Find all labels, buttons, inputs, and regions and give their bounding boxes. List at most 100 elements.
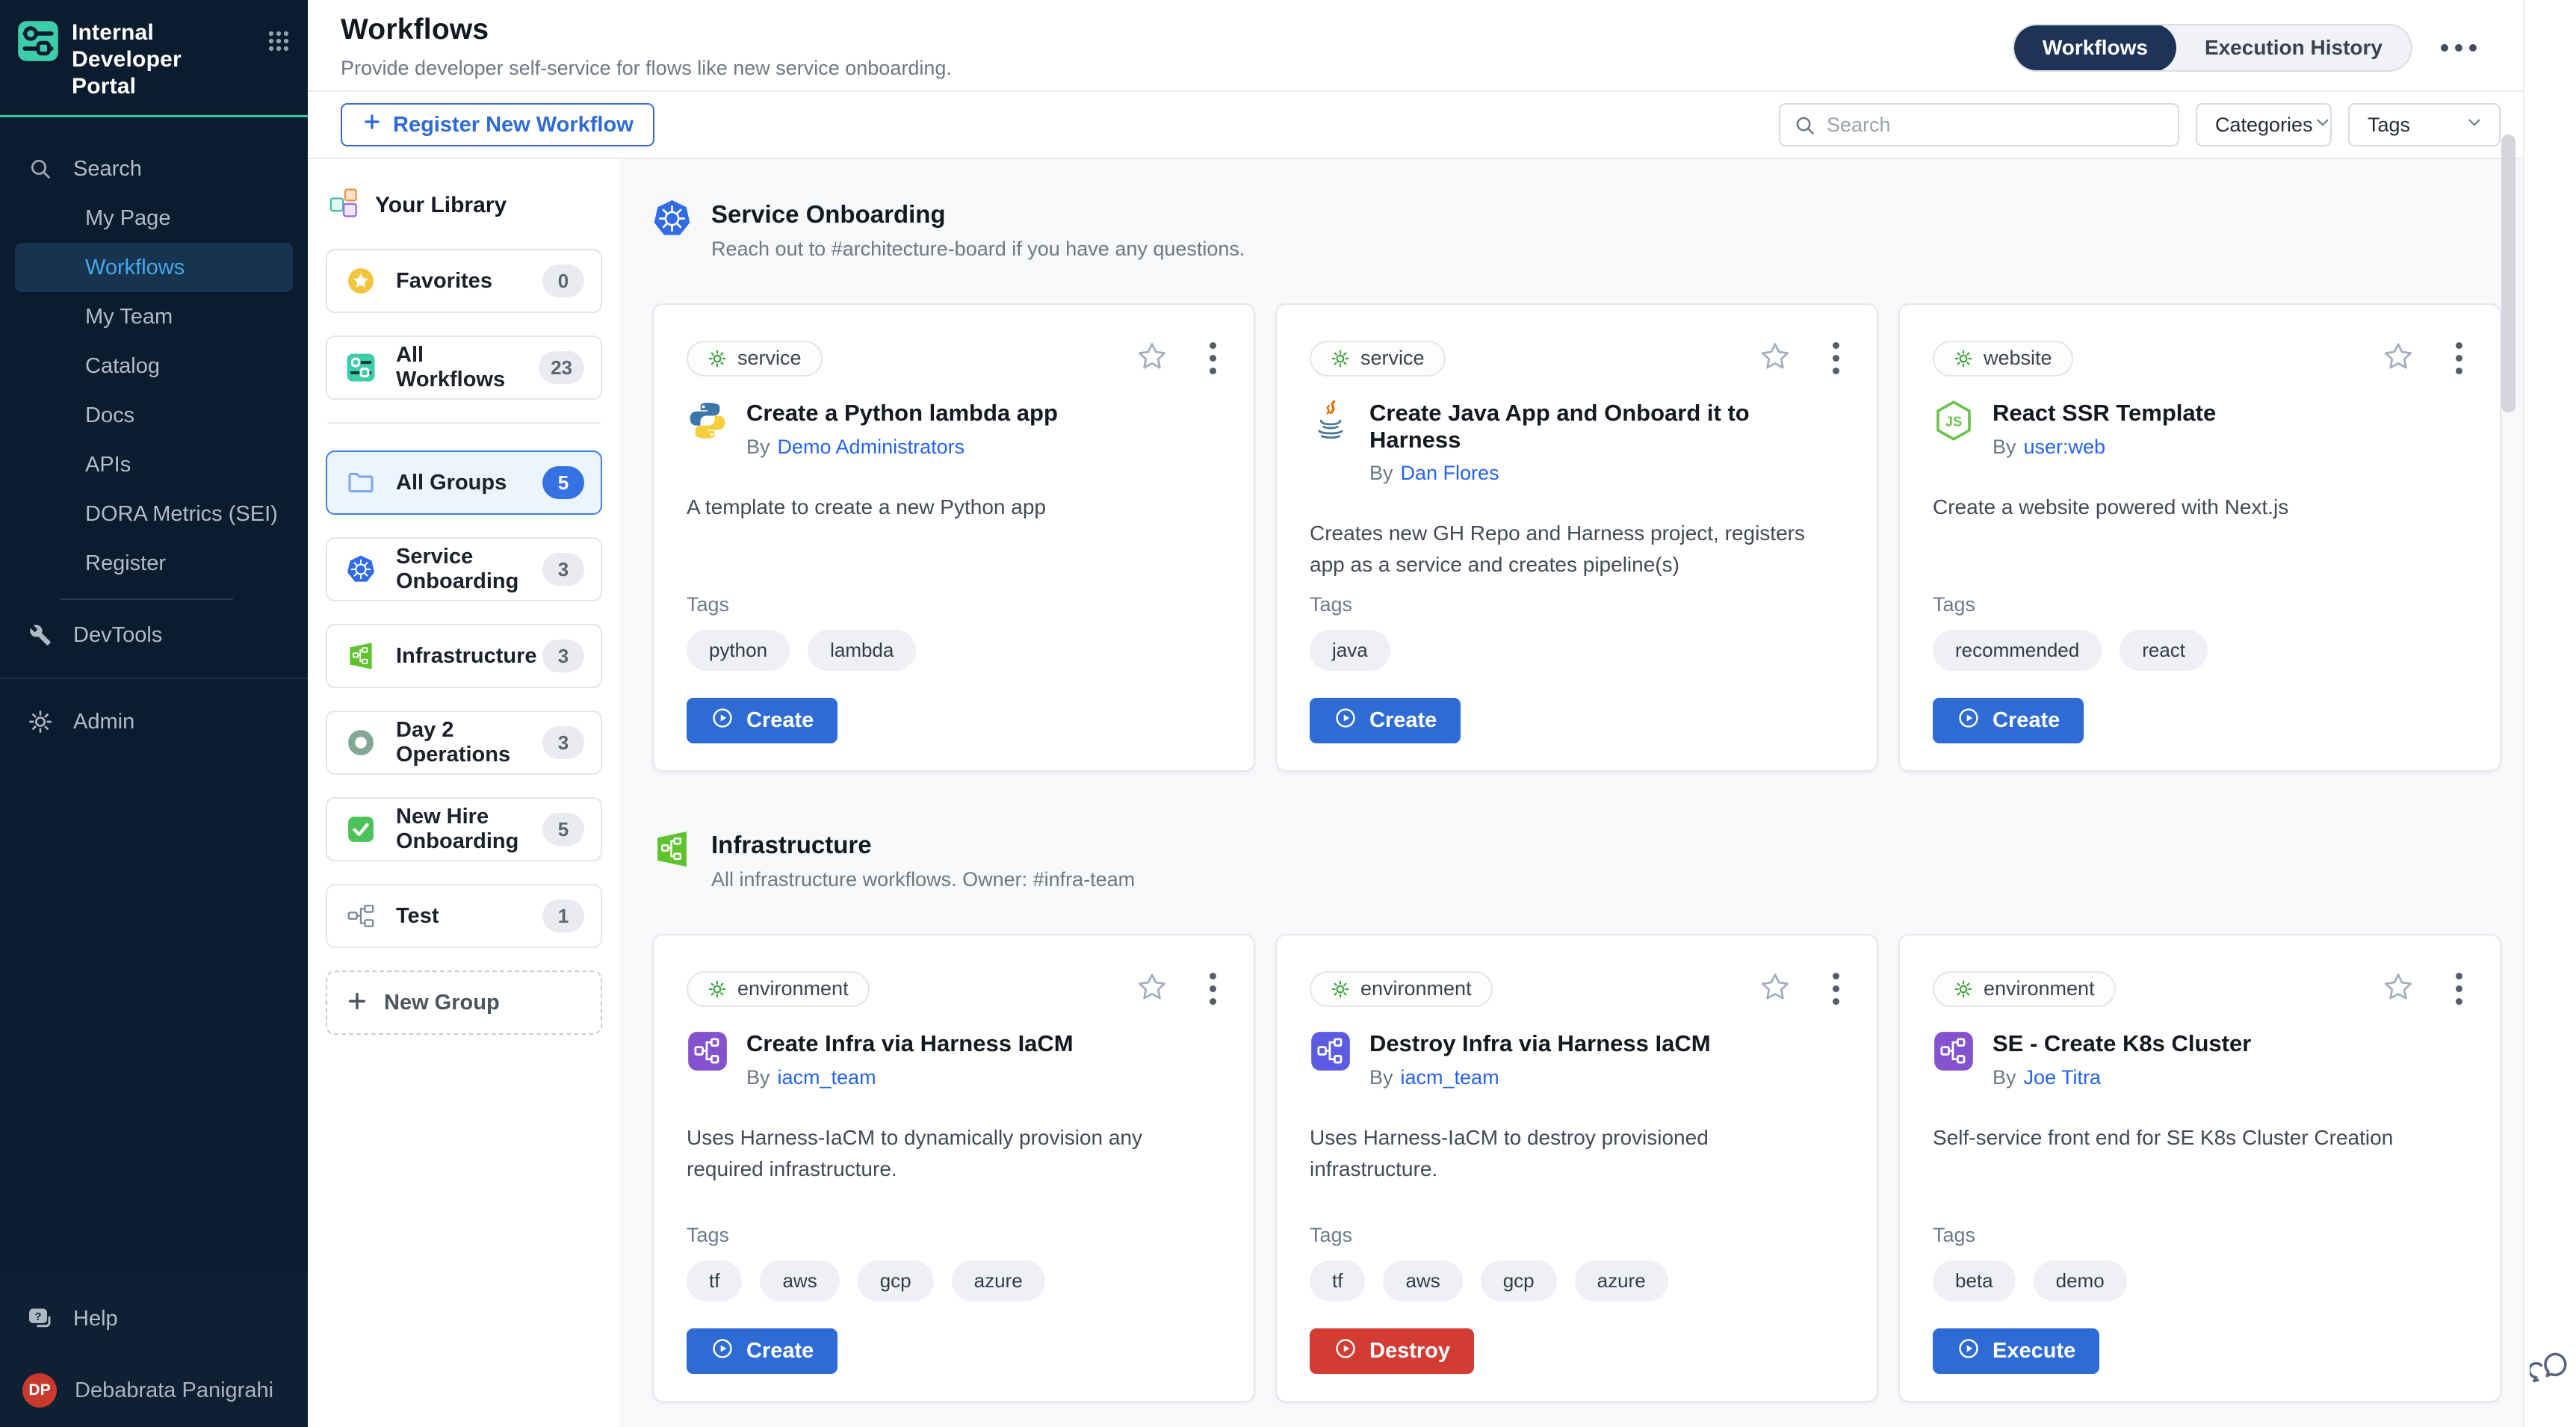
card-description: Uses Harness-IaCM to destroy provisioned…: [1310, 1122, 1825, 1185]
create-button[interactable]: Create: [1933, 698, 2084, 743]
module-switcher-icon[interactable]: [267, 30, 290, 56]
check-icon: [345, 814, 377, 844]
help-chat-icon: ?: [27, 1305, 54, 1332]
card-description: Self-service front end for SE K8s Cluste…: [1933, 1122, 2448, 1154]
library-item-test[interactable]: Test 1: [326, 884, 602, 948]
destroy-button[interactable]: Destroy: [1310, 1328, 1474, 1374]
favorite-star-icon[interactable]: [1136, 971, 1168, 1006]
favorite-star-icon[interactable]: [1136, 341, 1168, 376]
vertical-scrollbar[interactable]: [2501, 134, 2515, 412]
card-menu-icon[interactable]: [2451, 339, 2467, 377]
card-description: Create a website powered with Next.js: [1933, 492, 2448, 523]
create-button[interactable]: Create: [1310, 698, 1461, 743]
count-badge: 3: [542, 726, 584, 759]
tag-pill: aws: [1383, 1260, 1462, 1301]
favorites-star-icon: [345, 266, 377, 296]
sidebar-nav: Search My Page Workflows My Team Catalog…: [0, 117, 308, 588]
library-item-infrastructure[interactable]: Infrastructure 3: [326, 624, 602, 688]
tab-execution-history[interactable]: Execution History: [2176, 24, 2411, 72]
favorite-star-icon[interactable]: [1759, 341, 1791, 376]
search-input[interactable]: [1779, 103, 2179, 146]
card-description: Creates new GH Repo and Harness project,…: [1310, 518, 1825, 581]
author-link[interactable]: iacm_team: [1401, 1066, 1499, 1089]
author-link[interactable]: Joe Titra: [2024, 1066, 2102, 1089]
card-menu-icon[interactable]: [2451, 970, 2467, 1008]
favorite-star-icon[interactable]: [2383, 971, 2414, 1006]
categories-filter[interactable]: Categories: [2196, 103, 2332, 146]
create-button[interactable]: Create: [687, 1328, 837, 1374]
sidebar-item-workflows[interactable]: Workflows: [15, 243, 293, 292]
ring-icon: [345, 728, 377, 758]
card-title: Create a Python lambda app: [746, 400, 1058, 427]
support-chat-icon[interactable]: [2530, 1347, 2572, 1393]
section-header-service-onboarding: Service Onboarding Reach out to #archite…: [652, 199, 2523, 261]
sidebar-item-admin[interactable]: Admin: [15, 697, 293, 746]
card-menu-icon[interactable]: [1205, 970, 1221, 1008]
category-chip: environment: [1933, 971, 2116, 1007]
sidebar-item-catalog[interactable]: Catalog: [15, 341, 293, 391]
tag-pill: lambda: [808, 630, 916, 671]
idp-workflows-page: Internal Developer Portal Search My Page…: [0, 0, 2576, 1427]
author-link[interactable]: iacm_team: [778, 1066, 876, 1089]
card-menu-icon[interactable]: [1828, 970, 1844, 1008]
brand-title: Internal Developer Portal: [72, 19, 244, 100]
section-header-infrastructure: Infrastructure All infrastructure workfl…: [652, 829, 2523, 891]
create-button[interactable]: Create: [687, 698, 837, 743]
author-link[interactable]: user:web: [2024, 436, 2106, 458]
count-badge: 0: [542, 264, 584, 297]
plus-icon: [345, 989, 369, 1017]
iacm-icon: [687, 1030, 728, 1072]
iacm-icon: [1933, 1030, 1975, 1072]
sidebar-item-my-page[interactable]: My Page: [15, 194, 293, 243]
sidebar-divider: [60, 598, 233, 600]
author-link[interactable]: Demo Administrators: [778, 436, 965, 458]
nodejs-icon: JS: [1933, 400, 1975, 442]
favorite-star-icon[interactable]: [2383, 341, 2414, 376]
flow-icon: [345, 901, 377, 931]
header-more-menu-icon[interactable]: [2438, 37, 2480, 59]
category-chip: service: [687, 341, 823, 377]
workflow-sections: Service Onboarding Reach out to #archite…: [620, 159, 2523, 1427]
tag-pill: azure: [952, 1260, 1045, 1301]
tag-pill: recommended: [1933, 630, 2102, 671]
new-group-button[interactable]: New Group: [326, 971, 602, 1035]
sidebar-item-my-team[interactable]: My Team: [15, 292, 293, 341]
tag-pill: tf: [1310, 1260, 1365, 1301]
sidebar-item-docs[interactable]: Docs: [15, 391, 293, 440]
library-item-day2-operations[interactable]: Day 2 Operations 3: [326, 711, 602, 775]
tags-label: Tags: [1933, 1224, 2467, 1247]
library-divider: [327, 422, 601, 424]
sidebar-item-devtools[interactable]: DevTools: [15, 610, 293, 660]
sidebar-item-register[interactable]: Register: [15, 539, 293, 588]
card-menu-icon[interactable]: [1828, 339, 1844, 377]
sidebar-item-dora-metrics[interactable]: DORA Metrics (SEI): [15, 489, 293, 539]
help-button[interactable]: ? Help: [15, 1294, 293, 1343]
play-circle-icon: [710, 706, 734, 736]
tags-filter[interactable]: Tags: [2348, 103, 2501, 146]
svg-text:?: ?: [34, 1310, 41, 1323]
java-icon: [1310, 400, 1352, 442]
brand: Internal Developer Portal: [0, 0, 308, 117]
user-menu[interactable]: DP Debabrata Panigrahi: [12, 1373, 293, 1408]
section-subtitle: Reach out to #architecture-board if you …: [711, 238, 1245, 261]
library-item-all-groups[interactable]: All Groups 5: [326, 451, 602, 515]
favorite-star-icon[interactable]: [1759, 971, 1791, 1006]
category-chip: service: [1310, 341, 1446, 377]
card-menu-icon[interactable]: [1205, 339, 1221, 377]
author-link[interactable]: Dan Flores: [1401, 462, 1499, 484]
library-item-new-hire-onboarding[interactable]: New Hire Onboarding 5: [326, 797, 602, 861]
library-item-service-onboarding[interactable]: Service Onboarding 3: [326, 537, 602, 601]
library-item-all-workflows[interactable]: All Workflows 23: [326, 335, 602, 400]
library-item-favorites[interactable]: Favorites 0: [326, 249, 602, 313]
register-new-workflow-button[interactable]: Register New Workflow: [341, 103, 654, 146]
tab-workflows[interactable]: Workflows: [2014, 24, 2176, 72]
tag-pill: java: [1310, 630, 1390, 671]
execute-button[interactable]: Execute: [1933, 1328, 2099, 1374]
sidebar-item-search[interactable]: Search: [15, 144, 293, 194]
toolbar: Register New Workflow Categories Tags: [308, 92, 2523, 159]
sidebar-item-apis[interactable]: APIs: [15, 440, 293, 489]
tags-label: Tags: [1310, 593, 1844, 616]
user-name: Debabrata Panigrahi: [75, 1378, 273, 1403]
view-toggle: Workflows Execution History: [2013, 24, 2412, 72]
chevron-down-icon: [2465, 113, 2484, 137]
